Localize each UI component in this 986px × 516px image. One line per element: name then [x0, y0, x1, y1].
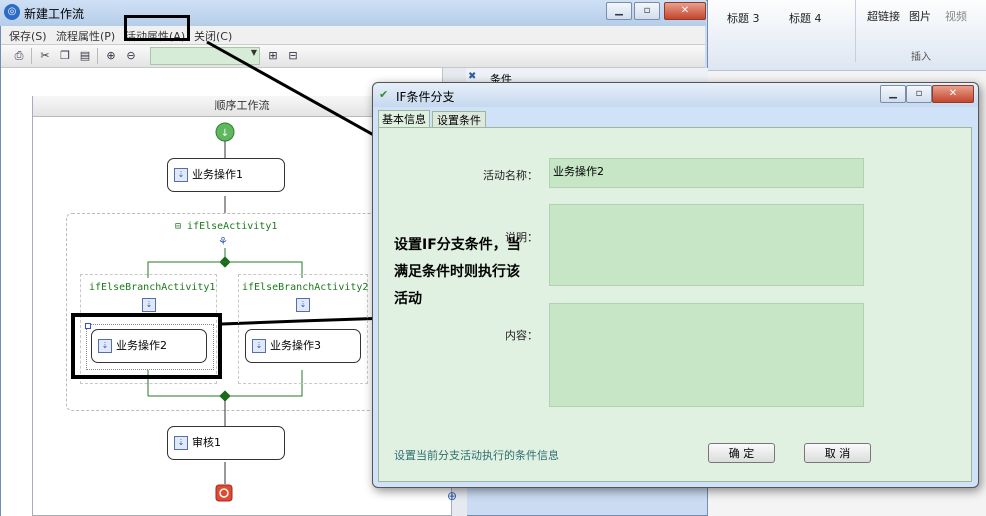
dialog-close-button[interactable]: ✕ — [932, 85, 974, 103]
dialog-icon: ✔ — [379, 88, 389, 101]
branch1-icon: ⇣ — [142, 298, 156, 312]
description-field[interactable] — [549, 204, 864, 286]
activity-icon: ⇣ — [174, 436, 188, 450]
activity-op3-label: 业务操作3 — [270, 339, 321, 352]
activity-icon: ⇣ — [98, 339, 112, 353]
activity-op1[interactable]: ⇣ 业务操作1 — [167, 158, 285, 192]
ifelse-label: ⊟ ifElseActivity1 — [175, 221, 278, 232]
cancel-button[interactable]: 取 消 — [804, 443, 871, 463]
ifelse-icon: ⚘ — [218, 235, 228, 248]
activity-op1-label: 业务操作1 — [192, 168, 243, 181]
activity-review[interactable]: ⇣ 审核1 — [167, 426, 285, 460]
activity-review-label: 审核1 — [192, 436, 221, 449]
activity-name-label: 活动名称： — [483, 169, 538, 182]
selection-handle[interactable] — [85, 323, 91, 329]
dialog-title: IF条件分支 — [396, 90, 455, 104]
status-text: 设置当前分支活动执行的条件信息 — [394, 449, 559, 462]
activity-op3[interactable]: ⇣ 业务操作3 — [245, 329, 361, 363]
pan-icon[interactable]: ⊕ — [447, 489, 457, 503]
activity-icon: ⇣ — [174, 168, 188, 182]
ifelse-name: ifElseActivity1 — [187, 221, 278, 232]
callout-line-menu — [206, 40, 389, 145]
end-node — [215, 484, 233, 502]
activity-op2-label: 业务操作2 — [116, 339, 167, 352]
branch2-label: ifElseBranchActivity2 — [242, 282, 369, 293]
content-label: 内容： — [505, 329, 538, 342]
branch2-icon: ⇣ — [296, 298, 310, 312]
dialog-maximize-button[interactable]: ▫ — [906, 85, 932, 103]
svg-text:↓: ↓ — [221, 128, 229, 139]
branch1-label: ifElseBranchActivity1 — [89, 282, 216, 293]
dialog-minimize-button[interactable]: ▁ — [880, 85, 906, 103]
content-field[interactable] — [549, 303, 864, 407]
ok-button[interactable]: 确 定 — [708, 443, 775, 463]
activity-op2[interactable]: ⇣ 业务操作2 — [91, 329, 207, 363]
activity-icon: ⇣ — [252, 339, 266, 353]
activity-name-field[interactable]: 业务操作2 — [549, 158, 864, 188]
annotation-callout: 设置IF分支条件，当满足条件时则执行该活动 — [394, 237, 521, 307]
